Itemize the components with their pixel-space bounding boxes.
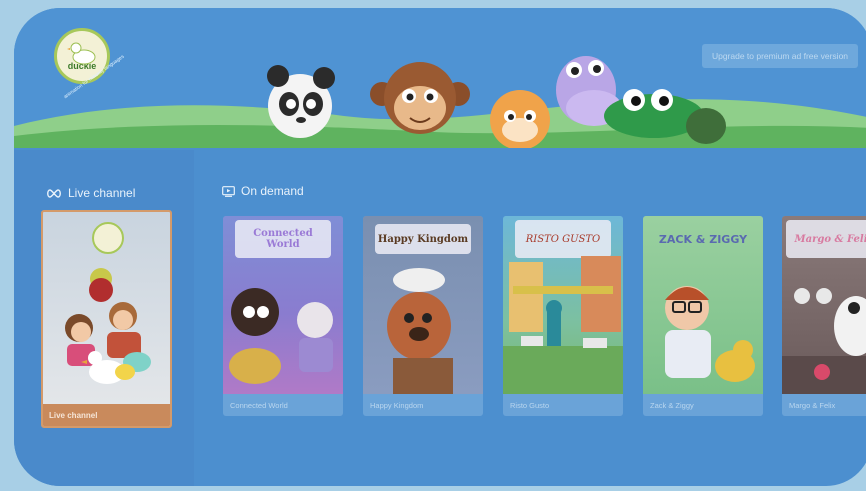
show-title: Risto Gusto (510, 400, 550, 410)
show-thumbnail: RISTO GUSTO (503, 216, 623, 394)
duck-icon (67, 42, 96, 65)
app-screen: duckie animation for minority languages … (14, 8, 866, 486)
infinity-icon (47, 188, 61, 198)
upgrade-premium-button[interactable]: Upgrade to premium ad free version (702, 44, 858, 68)
risto-gusto-artwork (503, 256, 623, 394)
tiger-character (490, 90, 550, 148)
show-thumbnail: Happy Kingdom (363, 216, 483, 394)
hills-illustration (14, 56, 866, 148)
show-thumbnail: Connected World (223, 216, 343, 394)
on-demand-heading: On demand (222, 184, 304, 198)
live-channel-label: Live channel (68, 186, 136, 200)
header-banner: duckie animation for minority languages … (14, 8, 866, 148)
live-channel-heading: Live channel (46, 186, 135, 200)
zack-ziggy-artwork (665, 286, 755, 382)
show-card-margo-felix[interactable]: Margo & Felix Margo & Felix (782, 216, 866, 416)
show-thumbnail: Margo & Felix (782, 216, 866, 394)
on-demand-label: On demand (241, 184, 304, 198)
show-title: Connected World (230, 400, 288, 410)
show-thumbnail: ZACK & ZIGGY (643, 216, 763, 394)
connected-world-artwork (229, 288, 333, 384)
happy-kingdom-artwork (387, 268, 453, 394)
margo-felix-artwork (782, 288, 866, 394)
show-title: Margo & Felix (789, 400, 836, 410)
live-channel-card[interactable]: Live channel (41, 210, 172, 428)
duckie-logo: duckie (54, 28, 110, 84)
show-card-happy-kingdom[interactable]: Happy Kingdom Happy Kingdom (363, 216, 483, 416)
show-card-connected-world[interactable]: Connected World Connected World (223, 216, 343, 416)
live-card-title: Live channel (43, 404, 170, 426)
live-channel-artwork (65, 222, 151, 384)
show-title: Happy Kingdom (370, 400, 424, 410)
show-card-risto-gusto[interactable]: RISTO GUSTO Risto Gusto (503, 216, 623, 416)
play-screen-icon (222, 185, 235, 197)
show-title: Zack & Ziggy (650, 400, 694, 410)
show-card-zack-ziggy[interactable]: ZACK & ZIGGY Zack & Ziggy (643, 216, 763, 416)
